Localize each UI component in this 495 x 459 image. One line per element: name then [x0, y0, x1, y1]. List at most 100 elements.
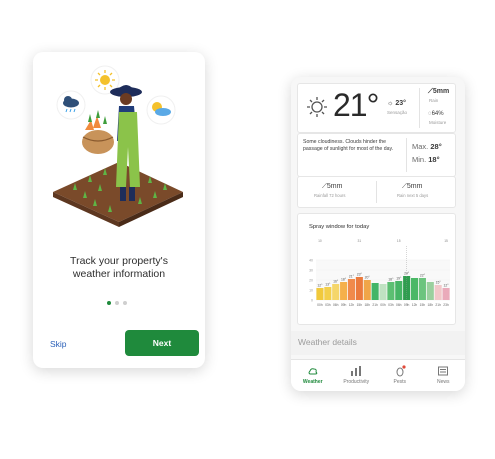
page-dot-1[interactable] [107, 301, 111, 305]
rainfall-72h-label: Rainfall 72 hours [314, 193, 346, 198]
tab-productivity[interactable]: Productivity [335, 360, 379, 391]
x-tick-label: 15h [357, 303, 363, 307]
bar-value-label: 18° [341, 278, 347, 282]
x-tick-label: 00h [380, 303, 386, 307]
bar-value-label: 19° [396, 277, 402, 281]
bar-value-label: 24° [404, 272, 410, 276]
page-dot-3[interactable] [123, 301, 127, 305]
temperature-bar [371, 283, 379, 300]
current-temperature: 21° [333, 87, 379, 123]
moisture-value-text: 64% [431, 111, 444, 117]
divider [376, 181, 377, 203]
weather-details-section[interactable]: Weather details [291, 331, 465, 355]
onboarding-title-line2: weather information [72, 268, 166, 280]
temperature-bar [340, 282, 348, 300]
feels-like-value: ☼ 23° [387, 100, 406, 107]
bar-value-label: 21° [349, 275, 355, 279]
weather-card: 21° ☼ 23° Sensação ⟋5mm Rain ◌64% Moistu… [291, 77, 465, 391]
temperature-bar [434, 285, 442, 300]
bar-value-label: 18° [388, 278, 394, 282]
weather-details-heading: Weather details [298, 337, 357, 347]
temperature-bar [379, 284, 387, 300]
temperature-bar [418, 278, 426, 300]
min-value: 18° [428, 155, 440, 164]
temperature-bar [316, 288, 324, 300]
wind-label: 31 [358, 239, 362, 243]
tab-news[interactable]: News [422, 360, 466, 391]
page-indicator [107, 301, 127, 305]
productivity-icon [351, 366, 362, 376]
bar-value-label: 22° [420, 274, 426, 278]
x-tick-label: 06h [396, 303, 402, 307]
rain-next-5d-value: ⟋5mm [402, 183, 422, 191]
y-tick-label: 10 [309, 289, 313, 293]
temperature-bar [426, 282, 434, 300]
farmer-illustration [53, 65, 183, 227]
temperature-bar [395, 281, 403, 300]
spray-window-chart[interactable]: 40 30 20 10 0 12° 00h 10 13° 03h 16° 06h 18° 09h 21° 12… [298, 234, 455, 322]
feels-like-text: 23° [395, 100, 406, 107]
x-tick-label: 12h [349, 303, 355, 307]
tab-weather[interactable]: Weather [291, 360, 335, 391]
x-tick-label: 06h [333, 303, 339, 307]
page-dot-2[interactable] [115, 301, 119, 305]
wind-label: 10 [318, 239, 322, 243]
bar-value-label: 15° [436, 281, 442, 285]
y-tick-label: 20 [309, 279, 313, 283]
max-label: Max. [412, 142, 429, 151]
feels-like-icon: ☼ [387, 100, 394, 107]
x-tick-label: 18h [428, 303, 434, 307]
onboarding-title-line1: Track your property's [70, 255, 168, 267]
temperature-bar [442, 288, 450, 300]
next-button[interactable]: Next [125, 330, 199, 356]
min-label: Min. [412, 155, 427, 164]
moisture-label: Moisture [429, 120, 447, 125]
tab-pests[interactable]: Pests [378, 360, 422, 391]
rainfall-panel: ⟋5mm Rainfall 72 hours ⟋5mm Rain next 5 … [297, 176, 456, 208]
pests-icon [396, 365, 406, 377]
x-tick-label: 21h [372, 303, 378, 307]
onboarding-card: Track your property's weather informatio… [33, 52, 205, 368]
x-tick-label: 15h [420, 303, 426, 307]
y-tick-label: 0 [311, 299, 313, 303]
x-tick-label: 00h [317, 303, 323, 307]
y-tick-label: 30 [309, 269, 313, 273]
x-tick-label: 03h [388, 303, 394, 307]
x-tick-label: 21h [435, 303, 441, 307]
x-tick-label: 09h [404, 303, 410, 307]
rainfall-72h-text: 5mm [326, 183, 343, 190]
divider [419, 88, 420, 128]
wind-label: 15 [397, 239, 401, 243]
news-icon [438, 366, 449, 376]
x-tick-label: 23h [443, 303, 449, 307]
tab-pests-label: Pests [393, 379, 406, 385]
rain-label: Rain [429, 98, 439, 103]
skip-button[interactable]: Skip [50, 339, 67, 349]
x-tick-label: 03h [325, 303, 331, 307]
tab-news-label: News [436, 379, 450, 385]
temperature-bar [355, 277, 363, 300]
bar-value-label: 16° [333, 280, 339, 284]
tab-weather-label: Weather [302, 379, 323, 385]
bar-value-label: 20° [365, 276, 371, 280]
forecast-description-panel: Some cloudiness. Clouds hinder the passa… [297, 133, 456, 177]
x-tick-label: 18h [364, 303, 370, 307]
temperature-bar [324, 287, 332, 300]
sun-icon [307, 97, 327, 117]
moisture-value: ◌64% [428, 111, 444, 117]
bar-value-label: 13° [325, 283, 331, 287]
y-tick-label: 40 [309, 259, 313, 263]
temperature-bar [347, 279, 356, 300]
bar-value-label: 23° [357, 273, 363, 277]
spray-window-panel: Spray window for today 40 30 20 10 0 12° 00h 10… [297, 213, 456, 325]
weather-icon [308, 368, 318, 375]
rain-value-text: 5mm [432, 88, 450, 95]
current-weather-panel: 21° ☼ 23° Sensação ⟋5mm Rain ◌64% Moistu… [297, 83, 456, 133]
max-temperature: Max. 28° [412, 142, 442, 151]
temperature-bar [363, 280, 371, 300]
rain-value: ⟋5mm [428, 88, 449, 96]
onboarding-title: Track your property's weather informatio… [33, 255, 205, 281]
temperature-bar [387, 282, 395, 300]
spray-window-title: Spray window for today [309, 224, 370, 230]
divider [406, 138, 407, 172]
